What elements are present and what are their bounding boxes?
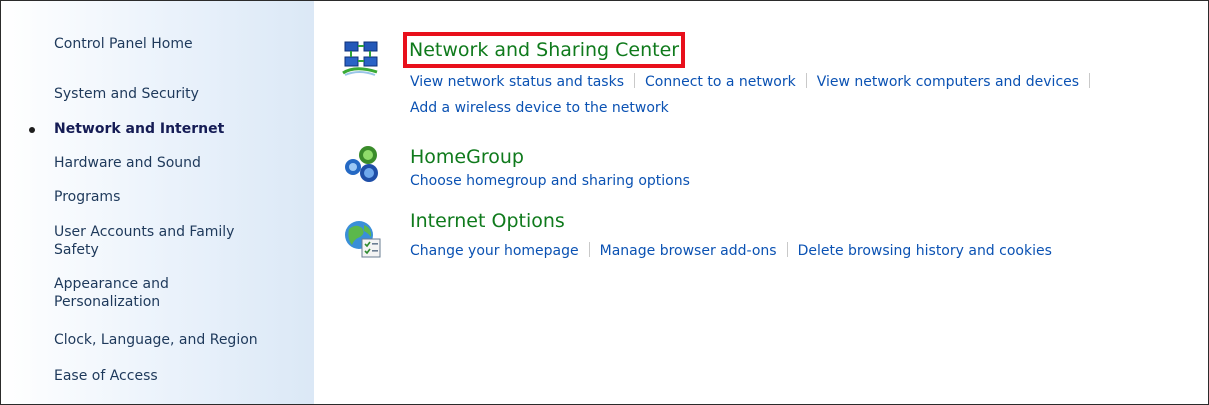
nav-programs[interactable]: Programs [54,188,304,206]
active-bullet-icon [29,127,35,133]
left-nav-pane: Control Panel Home System and Security N… [1,1,314,404]
internet-options-icon[interactable] [342,219,382,259]
connect-to-network-link[interactable]: Connect to a network [645,74,796,90]
nav-ease-of-access[interactable]: Ease of Access [54,367,304,385]
homegroup-sharing-options-link[interactable]: Choose homegroup and sharing options [410,173,690,189]
homegroup-tasks: Choose homegroup and sharing options [410,172,690,190]
internet-options-link[interactable]: Internet Options [410,209,565,233]
separator [786,242,788,257]
delete-browsing-history-link[interactable]: Delete browsing history and cookies [798,243,1052,259]
control-panel-window: Control Panel Home System and Security N… [0,0,1209,405]
network-sharing-icon[interactable] [341,39,381,79]
separator [634,73,635,88]
nav-clock-language-region[interactable]: Clock, Language, and Region [54,331,304,349]
separator [805,73,807,88]
network-sharing-center-link[interactable]: Network and Sharing Center [402,32,686,68]
nav-appearance-personalization[interactable]: Appearance and Personalization [54,275,224,311]
network-sharing-tasks: View network status and tasks Connect to … [410,73,1100,91]
homegroup-icon[interactable] [342,143,382,183]
view-network-computers-link[interactable]: View network computers and devices [817,74,1079,90]
nav-control-panel-home[interactable]: Control Panel Home [54,35,304,53]
nav-user-accounts[interactable]: User Accounts and Family Safety [54,223,269,259]
network-sharing-tasks-row2: Add a wireless device to the network [410,99,669,117]
separator [1089,73,1091,88]
separator [588,242,590,257]
manage-browser-addons-link[interactable]: Manage browser add-ons [600,243,777,259]
change-homepage-link[interactable]: Change your homepage [410,243,579,259]
internet-options-tasks: Change your homepage Manage browser add-o… [410,242,1052,260]
add-wireless-device-link[interactable]: Add a wireless device to the network [410,100,669,116]
nav-system-and-security[interactable]: System and Security [54,85,304,103]
view-network-status-link[interactable]: View network status and tasks [410,74,624,90]
nav-network-and-internet[interactable]: Network and Internet [54,120,304,138]
homegroup-link[interactable]: HomeGroup [410,145,524,169]
nav-hardware-and-sound[interactable]: Hardware and Sound [54,154,304,172]
